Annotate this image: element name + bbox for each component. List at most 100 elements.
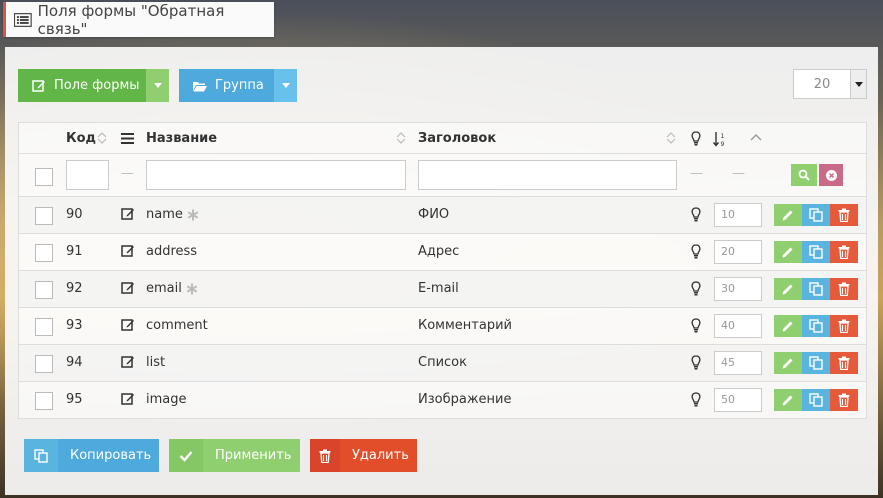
header-code[interactable]: Код: [66, 131, 96, 146]
close-icon: [825, 169, 837, 181]
sort-icon[interactable]: [97, 131, 107, 145]
row-sort-input[interactable]: 40: [714, 314, 762, 338]
row-sort-input[interactable]: 50: [714, 388, 762, 412]
lightbulb-icon[interactable]: [690, 281, 702, 296]
row-name[interactable]: name: [146, 207, 183, 222]
row-delete-button[interactable]: [830, 389, 858, 411]
filter-row: — — —: [19, 154, 866, 197]
folder-open-icon: [193, 81, 207, 91]
lightbulb-icon[interactable]: [690, 244, 702, 259]
table-header: Код Название Заголовок 1 9: [19, 123, 866, 154]
row-copy-button[interactable]: [802, 204, 830, 226]
filter-caption-input[interactable]: [418, 160, 677, 190]
header-caption[interactable]: Заголовок: [418, 131, 496, 146]
add-field-dropdown-toggle[interactable]: [146, 69, 169, 102]
row-copy-button[interactable]: [802, 352, 830, 374]
table-row: 93 comment Комментарий 40: [19, 308, 866, 345]
filter-code-input[interactable]: [66, 160, 109, 190]
copy-icon: [809, 319, 823, 333]
row-name[interactable]: address: [146, 244, 197, 259]
fields-table: Код Название Заголовок 1 9 — — — 90 name…: [18, 122, 867, 419]
trash-icon: [838, 208, 850, 222]
add-field-label: Поле формы: [54, 78, 140, 93]
row-checkbox[interactable]: [35, 318, 53, 336]
edit-icon[interactable]: [121, 318, 135, 332]
row-copy-button[interactable]: [802, 241, 830, 263]
sort-icon[interactable]: [396, 131, 406, 145]
row-checkbox[interactable]: [35, 207, 53, 225]
lightbulb-icon[interactable]: [690, 392, 702, 407]
copy-button[interactable]: Копировать: [24, 439, 159, 472]
filter-name-input[interactable]: [146, 160, 406, 190]
trash-icon: [838, 245, 850, 259]
row-delete-button[interactable]: [830, 278, 858, 300]
row-name[interactable]: list: [146, 355, 165, 370]
group-dropdown-toggle[interactable]: [274, 69, 297, 102]
row-edit-button[interactable]: [774, 241, 802, 263]
row-edit-button[interactable]: [774, 315, 802, 337]
row-checkbox[interactable]: [35, 281, 53, 299]
header-name[interactable]: Название: [146, 131, 217, 146]
row-sort-input[interactable]: 20: [714, 240, 762, 264]
pencil-icon: [782, 321, 793, 332]
row-checkbox[interactable]: [35, 392, 53, 410]
row-delete-button[interactable]: [830, 352, 858, 374]
page-title-tab: Поля формы "Обратная связь": [3, 1, 274, 38]
row-edit-button[interactable]: [774, 352, 802, 374]
edit-icon[interactable]: [121, 355, 135, 369]
row-delete-button[interactable]: [830, 241, 858, 263]
sort-icon[interactable]: [666, 131, 676, 145]
edit-icon: [32, 79, 45, 92]
select-all-checkbox[interactable]: [35, 168, 53, 186]
page-title: Поля формы "Обратная связь": [37, 1, 225, 38]
row-copy-button[interactable]: [802, 389, 830, 411]
filter-search-button[interactable]: [791, 164, 817, 186]
add-field-button[interactable]: Поле формы: [18, 69, 146, 102]
row-copy-button[interactable]: [802, 278, 830, 300]
row-checkbox[interactable]: [35, 355, 53, 373]
delete-button[interactable]: Удалить: [310, 439, 417, 472]
row-sort-input[interactable]: 10: [714, 203, 762, 227]
pencil-icon: [782, 395, 793, 406]
row-copy-button[interactable]: [802, 315, 830, 337]
group-label: Группа: [215, 78, 264, 93]
row-name[interactable]: comment: [146, 318, 208, 333]
lightbulb-icon[interactable]: [690, 355, 702, 370]
apply-button[interactable]: Применить: [169, 439, 300, 472]
menu-icon[interactable]: [121, 133, 134, 144]
sort-numeric-icon[interactable]: 1 9: [713, 131, 727, 147]
select-arrow[interactable]: [850, 70, 866, 98]
per-page-select[interactable]: 20: [793, 69, 867, 99]
copy-icon: [809, 393, 823, 407]
apply-label: Применить: [215, 448, 292, 463]
row-sort-input[interactable]: 30: [714, 277, 762, 301]
asterisk-icon: [187, 209, 199, 221]
edit-icon[interactable]: [121, 392, 135, 406]
filter-clear-button[interactable]: [819, 164, 843, 186]
copy-icon: [809, 356, 823, 370]
edit-icon[interactable]: [121, 244, 135, 258]
lightbulb-icon[interactable]: [690, 318, 702, 333]
lightbulb-icon[interactable]: [690, 131, 702, 146]
chevron-down-icon: [153, 83, 162, 88]
copy-label: Копировать: [70, 448, 152, 463]
row-delete-button[interactable]: [830, 315, 858, 337]
edit-icon[interactable]: [121, 281, 135, 295]
chevron-up-icon[interactable]: [750, 133, 762, 141]
row-name[interactable]: image: [146, 392, 187, 407]
row-sort-input[interactable]: 45: [714, 351, 762, 375]
per-page-value: 20: [813, 76, 831, 92]
row-delete-button[interactable]: [830, 204, 858, 226]
group-button[interactable]: Группа: [179, 69, 274, 102]
trash-icon: [838, 282, 850, 296]
row-name[interactable]: email: [146, 281, 182, 296]
row-edit-button[interactable]: [774, 389, 802, 411]
search-icon: [798, 169, 810, 181]
edit-icon[interactable]: [121, 207, 135, 221]
lightbulb-icon[interactable]: [690, 207, 702, 222]
row-edit-button[interactable]: [774, 204, 802, 226]
trash-icon: [838, 356, 850, 370]
row-checkbox[interactable]: [35, 244, 53, 262]
row-edit-button[interactable]: [774, 278, 802, 300]
row-code: 93: [66, 318, 83, 333]
